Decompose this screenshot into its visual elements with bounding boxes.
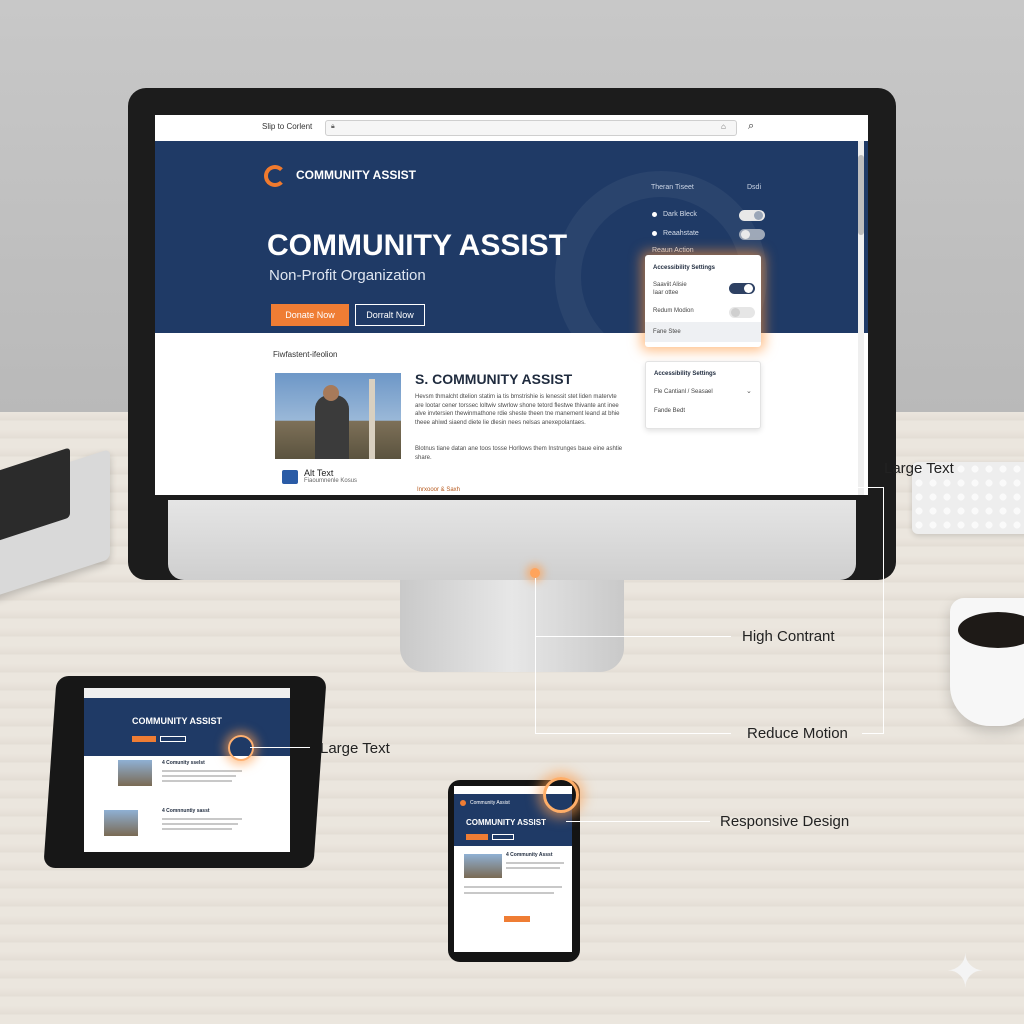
search-icon[interactable]: ⌕: [748, 120, 754, 133]
hero-subtitle: Non-Profit Organization: [269, 267, 426, 284]
option-dark: Dark Bleck: [652, 211, 697, 218]
callout-line: [838, 487, 883, 488]
scrollbar-thumb[interactable]: [858, 155, 864, 235]
option-label: Reaahstate: [663, 230, 699, 237]
desktop-screen: Slip to Corlent 🔒︎ ⌂ ⌕ COMMUNITY ASSIST …: [155, 115, 868, 495]
tablet-donate-button[interactable]: [132, 736, 156, 742]
alt-text-label: Alt Text: [304, 468, 334, 478]
phone-logo: Community Assist: [470, 800, 510, 806]
phone-highlight: [543, 777, 579, 813]
tablet-photo: [104, 810, 138, 836]
callout-origin-dot: [530, 568, 540, 578]
section-heading: Fiwfastent-ifeolion: [273, 350, 338, 359]
tablet-article-title[interactable]: 4 Comnnuntiy sasst: [162, 808, 210, 814]
callout-high-contrast: High Contrant: [742, 628, 835, 645]
photo-tower: [369, 379, 375, 459]
accessibility-panel-secondary: Accessibility Settings Fle Cantianl / Se…: [645, 361, 761, 429]
dark-mode-toggle[interactable]: [739, 210, 765, 221]
callout-line: [535, 733, 731, 734]
text-line: [464, 886, 562, 888]
panel-dropdown[interactable]: Fle Cantianl / Seasael: [654, 389, 713, 395]
bullet-icon: [652, 211, 657, 217]
phone-donate-button[interactable]: [466, 834, 488, 840]
bookmark-icon[interactable]: ⌂: [721, 122, 726, 131]
callout-reduce-motion: Reduce Motion: [747, 725, 848, 742]
text-line: [464, 892, 554, 894]
settings-edit-link[interactable]: Dsdi: [747, 184, 761, 191]
text-line: [162, 775, 236, 777]
tablet-browser-bar: [84, 688, 290, 698]
callout-line: [566, 821, 710, 822]
theme-settings-heading: Theran Tiseet: [651, 184, 694, 191]
photo-person: [315, 395, 349, 459]
accessibility-panel-primary: Accessibility Settings Saaviit Alisie Ia…: [645, 255, 761, 347]
lock-icon: 🔒︎: [331, 123, 335, 130]
phone-logo-icon: [460, 800, 466, 806]
text-line: [506, 862, 564, 864]
text-line: [506, 867, 560, 869]
donate-button[interactable]: Donate Now: [271, 304, 349, 326]
text-line: [162, 818, 242, 820]
callout-large-text-right: Large Text: [884, 460, 954, 477]
tablet-screen: COMMUNITY ASSIST 4 Comunity sselst 4 Com…: [84, 688, 290, 852]
chevron-down-icon[interactable]: ⌄: [746, 387, 752, 395]
sparkle-icon: ✦: [946, 945, 985, 997]
phone-article-title[interactable]: 4 Community Assst: [506, 852, 553, 858]
text-line: [162, 780, 232, 782]
panel-row: Iaar ottee: [653, 290, 679, 296]
option-reaun-action: Reaun Action: [652, 247, 694, 254]
phone-cta-button[interactable]: [504, 916, 530, 922]
bullet-icon: [652, 230, 657, 236]
callout-line: [250, 747, 310, 748]
article-photo: [275, 373, 401, 459]
image-icon: [282, 470, 298, 484]
alt-text-sub: Fiaoumnenle Kosus: [304, 478, 358, 484]
reduce-motion-toggle[interactable]: [729, 307, 755, 318]
panel-title: Accessibility Settings: [653, 265, 716, 271]
tablet-title: COMMUNITY ASSIST: [132, 716, 223, 726]
photo-person-head: [323, 385, 339, 401]
panel-toggle-on[interactable]: [729, 283, 755, 294]
option-label: Dark Bleck: [663, 211, 697, 218]
callout-line: [535, 578, 536, 734]
panel-title: Accessibility Settings: [654, 371, 717, 377]
phone-secondary-button[interactable]: [492, 834, 514, 840]
monitor-stand: [400, 580, 624, 672]
logo-text[interactable]: COMMUNITY ASSIST: [296, 168, 416, 182]
tablet-highlight: [228, 735, 254, 761]
hero-title: COMMUNITY ASSIST: [267, 229, 568, 262]
reaahstate-toggle[interactable]: [739, 229, 765, 240]
monitor-chin: [168, 500, 856, 580]
read-more-link[interactable]: Inrxooor & Saxh: [417, 487, 460, 493]
logo-icon: [264, 165, 286, 187]
callout-large-text-left: Large Text: [320, 740, 390, 757]
option-reaahstate: Reaahstate: [652, 230, 699, 237]
panel-row: Fande Bedt: [654, 408, 686, 414]
text-line: [162, 823, 238, 825]
text-line: [162, 770, 242, 772]
callout-line: [535, 636, 731, 637]
tablet-photo: [118, 760, 152, 786]
tablet-secondary-button[interactable]: [160, 736, 186, 742]
panel-row: Fane Stee: [653, 329, 681, 335]
skip-to-content-link[interactable]: Slip to Corlent: [262, 122, 312, 131]
panel-row: Saaviit Alisie: [653, 282, 687, 288]
article-body-2: Blotnus tiane datan ane toos tosse Horll…: [415, 446, 623, 461]
tablet-article-title[interactable]: 4 Comunity sselst: [162, 760, 205, 766]
phone-photo: [464, 854, 502, 878]
address-input[interactable]: [325, 120, 737, 136]
browser-bar: Slip to Corlent 🔒︎ ⌂ ⌕: [155, 115, 868, 142]
callout-line: [883, 487, 884, 734]
article-body: Hevsm thmalcht dtelion statim ia tis bms…: [415, 394, 620, 426]
phone-title: COMMUNITY ASSIST: [466, 818, 547, 827]
callout-line: [862, 733, 883, 734]
callout-responsive-design: Responsive Design: [720, 813, 850, 830]
article-title[interactable]: S. COMMUNITY ASSIST: [415, 371, 572, 387]
secondary-donate-button[interactable]: Dorralt Now: [355, 304, 425, 326]
panel-row: Redum Modion: [653, 308, 694, 314]
text-line: [162, 828, 232, 830]
